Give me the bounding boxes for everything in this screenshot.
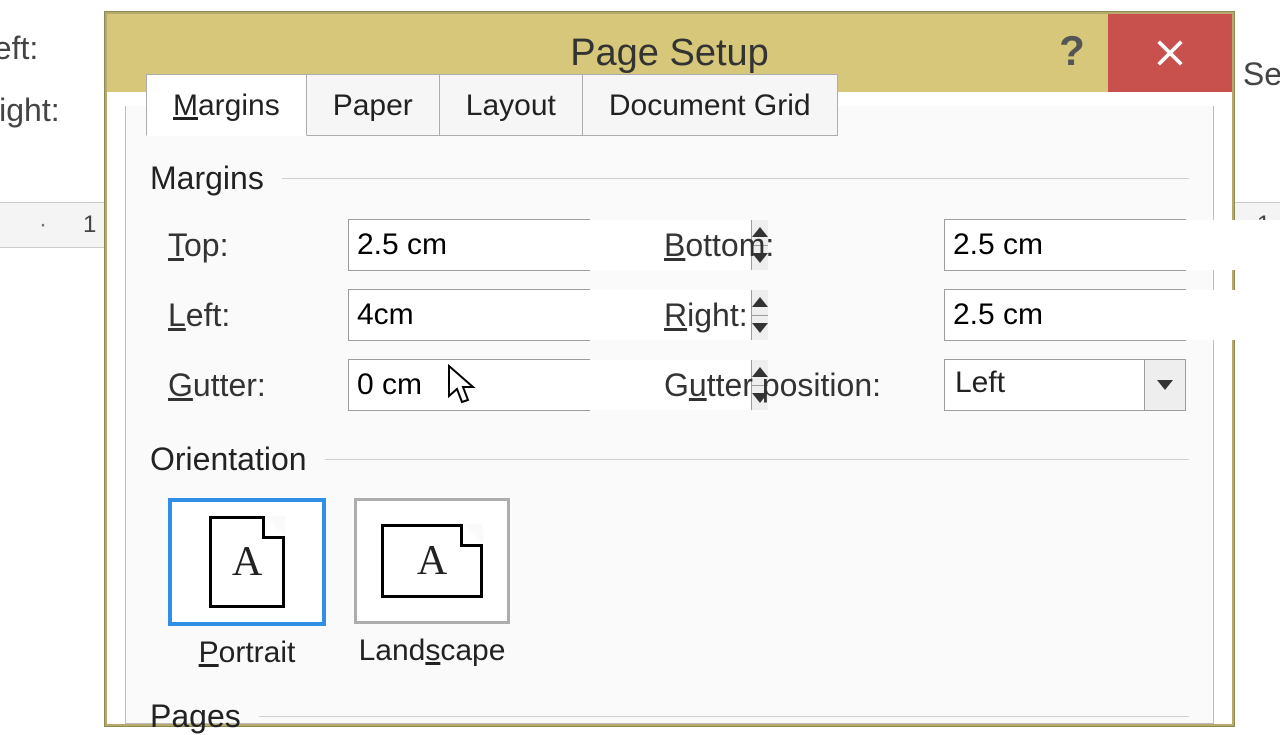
tab-layout[interactable]: Layout — [439, 74, 583, 136]
right-input[interactable] — [945, 290, 1280, 340]
label-gutter-position: Gutter position: — [664, 367, 944, 404]
gutter-position-dropdown[interactable] — [1144, 360, 1185, 410]
portrait-label: Portrait — [199, 636, 296, 670]
help-button[interactable]: ? — [1042, 22, 1102, 80]
gutter-position-combo[interactable]: Left — [944, 359, 1186, 411]
bg-indent-left-label: Left: — [0, 30, 38, 67]
orientation-row: A Portrait A Landscape — [168, 498, 1189, 670]
margins-section-title: Margins — [150, 160, 264, 197]
tab-body: Margins Top: Bottom: — [150, 156, 1189, 735]
landscape-page-icon: A — [381, 524, 483, 598]
close-button[interactable] — [1108, 14, 1232, 92]
bg-indent-right-label: Right: — [0, 92, 60, 129]
bottom-spinner[interactable] — [944, 219, 1186, 271]
bottom-input[interactable] — [945, 220, 1280, 270]
gutter-position-value: Left — [945, 360, 1144, 410]
chevron-down-icon — [1157, 380, 1173, 390]
bg-side-text: Se — [1243, 56, 1280, 93]
margins-section-header: Margins — [150, 160, 1189, 197]
label-right: Right: — [664, 297, 944, 334]
orientation-portrait[interactable]: A Portrait — [168, 498, 326, 670]
tab-document-grid[interactable]: Document Grid — [582, 74, 838, 136]
tab-paper[interactable]: Paper — [306, 74, 440, 136]
orientation-section-title: Orientation — [150, 441, 307, 478]
landscape-label: Landscape — [359, 634, 506, 668]
dialog-panel: Margins Paper Layout Document Grid Margi… — [125, 106, 1214, 724]
label-gutter: Gutter: — [168, 367, 348, 404]
portrait-page-icon: A — [209, 516, 285, 608]
orientation-landscape[interactable]: A Landscape — [354, 498, 510, 670]
tab-strip: Margins Paper Layout Document Grid — [146, 74, 837, 136]
close-icon — [1153, 36, 1187, 70]
margins-grid: Top: Bottom: — [168, 219, 1189, 411]
pages-section-header: Pages — [150, 698, 1189, 735]
orientation-section-header: Orientation — [150, 441, 1189, 478]
page-setup-dialog: Page Setup ? Margins Paper Layout Docume… — [105, 12, 1234, 726]
tab-margins[interactable]: Margins — [146, 74, 307, 136]
label-bottom: Bottom: — [664, 227, 944, 264]
dialog-title: Page Setup — [570, 32, 769, 75]
label-left: Left: — [168, 297, 348, 334]
left-spinner[interactable] — [348, 289, 590, 341]
gutter-spinner[interactable] — [348, 359, 590, 411]
pages-section-title: Pages — [150, 698, 241, 735]
label-top: Top: — [168, 227, 348, 264]
right-spinner[interactable] — [944, 289, 1186, 341]
top-spinner[interactable] — [348, 219, 590, 271]
